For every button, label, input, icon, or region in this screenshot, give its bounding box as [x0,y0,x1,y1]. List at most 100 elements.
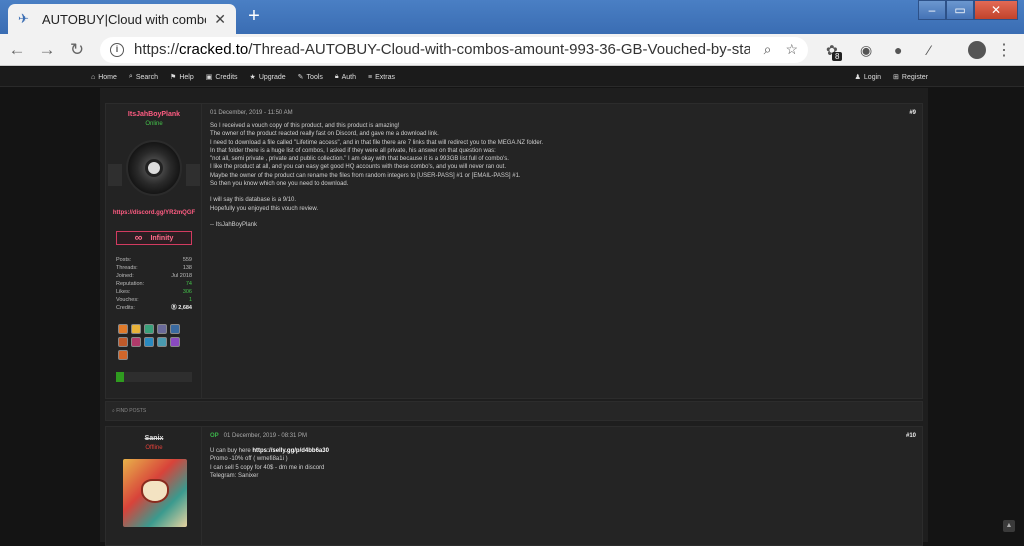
author-stats: Posts: 559 Threads: 138 Joined: Jul 2018 Re… [116,256,192,312]
stat-row: Joined: Jul 2018 [116,273,192,279]
post-text-line: Maybe the owner of the product can renam… [210,172,521,179]
award-icon[interactable] [118,350,128,360]
list-icon: ≡ [368,73,373,81]
nav-credits[interactable]: ▣ Credits [205,73,238,82]
rank-badge: ∞ Infinity [116,231,192,245]
address-bar[interactable]: i https://cracked.to/Thread-AUTOBUY-Clou… [100,36,808,63]
post-text-line: U can buy here https://selly.gg/p/d4bb6a… [210,448,329,454]
nav-tools[interactable]: ✎ Tools [298,73,323,82]
minimize-button[interactable]: – [918,0,946,20]
nav-register[interactable]: ⊞ Register [893,73,928,82]
author-username[interactable]: Sanix [106,435,202,442]
bookmark-star-icon[interactable]: ☆ [785,41,798,58]
profile-avatar-icon[interactable] [968,40,986,59]
site-favicon-icon: ✈ [18,11,29,26]
selly-link[interactable]: https://selly.gg/p/d4bb6a30 [252,448,329,454]
new-tab-button[interactable]: + [241,6,267,28]
nav-home[interactable]: ⌂ Home [91,74,117,81]
nav-search[interactable]: ⌕ Search [129,73,158,81]
search-icon: ⌕ [128,73,133,80]
close-window-button[interactable]: ✕ [974,0,1018,20]
scroll-to-top-button[interactable]: ▲ [1003,520,1015,532]
maximize-button[interactable]: ▭ [946,0,974,20]
url-text[interactable]: https://cracked.to/Thread-AUTOBUY-Cloud-… [134,41,750,58]
post-text-line: Telegram: Sanixer [210,472,259,479]
post-text-line: Hopefully you enjoyed this vouch review. [210,205,319,212]
post-text-line: In that folder there is a huge list of c… [210,147,496,154]
post-text-line: I can sell 5 copy for 40$ - dm me in dis… [210,464,325,471]
forward-arrow-icon[interactable]: → [34,40,60,60]
author-status: Online [145,121,163,127]
stat-row: Likes: 306 [116,289,192,295]
menu-kebab-icon[interactable]: ⋮ [996,40,1012,60]
post-text-line: I like the product at all, and you can e… [210,164,506,171]
post: Sanix Offline OP 01 December, 2019 - 08:3… [105,426,923,546]
post-text-line: So I received a vouch copy of this produ… [210,123,400,129]
post-text-line: "not all, semi private , private and pub… [210,156,509,163]
home-icon: ⌂ [91,73,96,81]
site-info-icon[interactable]: i [110,42,124,57]
author-panel: Sanix Offline [106,427,202,545]
nav-upgrade[interactable]: ★ Upgrade [249,73,286,82]
author-username[interactable]: ItsJahBoyPlank [106,111,202,118]
award-icon[interactable] [131,337,141,347]
help-flag-icon: ⚑ [170,74,177,81]
close-tab-icon[interactable]: ✕ [214,11,226,28]
post-body: 01 December, 2019 - 11:50 AM #9 So I rec… [210,110,916,229]
discord-link[interactable]: https://discord.gg/YR2mQGF [110,210,198,220]
stat-row: Credits: Ⓑ 2,684 [116,305,192,311]
post-body: OP 01 December, 2019 - 08:31 PM #10 U can… [210,433,916,480]
post-text-line: I will say this database is a 9/10. [210,197,297,204]
award-icon[interactable] [170,337,180,347]
browser-tab[interactable]: ✈ AUTOBUY|Cloud with combos am ✕ [8,4,236,34]
nav-auth[interactable]: 🔒︎ Auth [335,73,356,81]
site-nav: ⌂ Home ⌕ Search ⚑ Help ▣ Credits ★ Upgrade ✎ T… [0,67,1024,87]
post-text-line: The owner of the product reacted really … [210,131,439,138]
award-icon[interactable] [131,324,141,334]
award-icon[interactable] [170,324,180,334]
avatar-banner-left [108,164,122,186]
post-signoff: -- ItsJahBoyPlank [210,221,258,228]
find-posts-button[interactable]: ⌕ FIND POSTS [105,401,923,421]
award-icon[interactable] [157,324,167,334]
stat-row: Threads: 138 [116,265,192,271]
browser-tab-bar: ✈ AUTOBUY|Cloud with combos am ✕ + – ▭ ✕ [0,0,1024,34]
shield-extension-icon[interactable]: ● [894,42,910,58]
award-icon[interactable] [118,337,128,347]
avatar[interactable] [123,459,187,527]
post-date: OP 01 December, 2019 - 08:31 PM [210,433,308,439]
award-icon[interactable] [157,337,167,347]
browser-toolbar: ← → ↻ i https://cracked.to/Thread-AUTOBU… [0,34,1024,66]
window-controls: – ▭ ✕ [918,0,1018,20]
back-arrow-icon[interactable]: ← [4,40,30,60]
award-badges [118,324,194,363]
thread-page: ItsJahBoyPlank Online https://discord.gg… [100,88,928,546]
nav-help[interactable]: ⚑ Help [170,73,194,82]
zoom-icon[interactable]: ⌕ [764,41,772,58]
post-text-line: I need to download a file called "Lifeti… [210,139,544,146]
author-status: Offline [145,445,163,451]
reload-icon[interactable]: ↻ [64,40,90,60]
tab-title: AUTOBUY|Cloud with combos am [42,11,206,27]
post-number[interactable]: #10 [906,433,916,439]
post-number[interactable]: #9 [909,110,916,116]
infinity-icon: ∞ [134,232,143,244]
award-icon[interactable] [144,324,154,334]
post-text-line: Promo -10% off ( wmefi8a1i ) [210,456,288,463]
award-icon[interactable] [118,324,128,334]
stat-row: Reputation: 74 [116,281,192,287]
credits-icon: ▣ [205,74,213,81]
nav-login[interactable]: ♟ Login [854,73,881,82]
star-icon: ★ [249,74,256,81]
stat-row: Posts: 559 [116,257,192,263]
extension-badge: 8 [832,51,843,61]
extension-icon[interactable]: ✿ 8 [826,42,843,61]
nav-extras[interactable]: ≡ Extras [368,74,395,81]
avatar[interactable] [126,140,182,196]
author-panel: ItsJahBoyPlank Online https://discord.gg… [106,104,202,398]
user-icon: ♟ [854,74,861,81]
award-icon[interactable] [144,337,154,347]
dropper-extension-icon[interactable]: ⁄ [928,42,944,58]
post-date: 01 December, 2019 - 11:50 AM [210,110,293,116]
camera-extension-icon[interactable]: ◉ [860,42,876,58]
